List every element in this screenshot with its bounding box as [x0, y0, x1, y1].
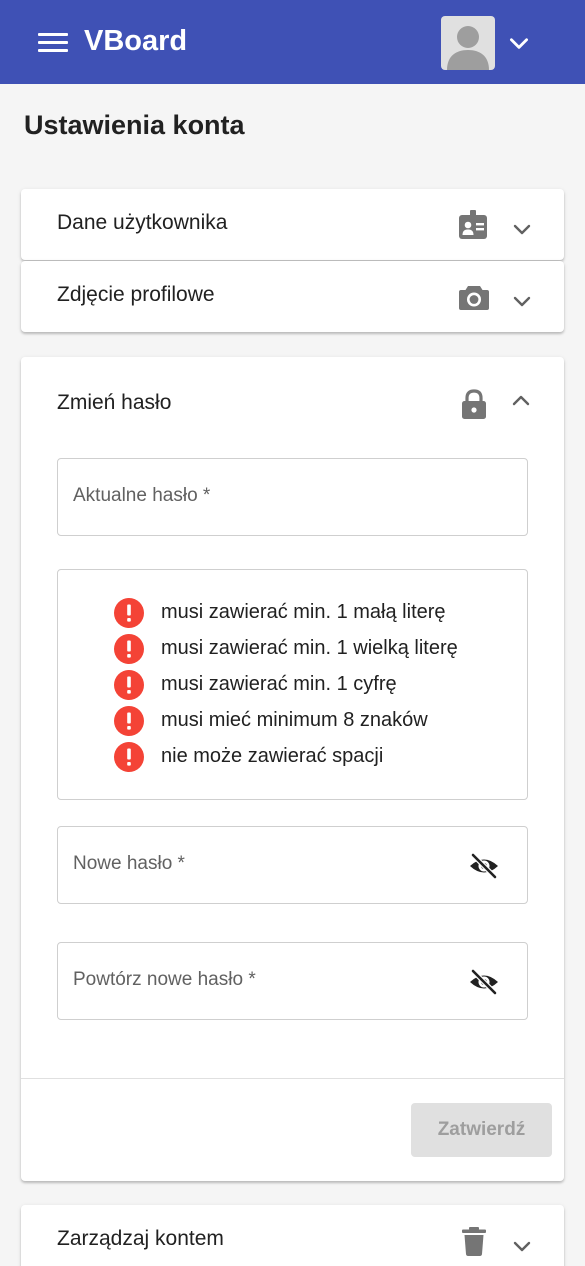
- new-password-field[interactable]: Nowe hasło *: [57, 826, 528, 904]
- error-icon: [114, 670, 144, 700]
- panel-title: Zmień hasło: [57, 391, 172, 414]
- chevron-down-icon: [513, 224, 531, 235]
- panel-profile-photo-header[interactable]: Zdjęcie profilowe: [21, 261, 564, 333]
- field-label: Powtórz nowe hasło *: [73, 969, 256, 990]
- camera-icon: [459, 286, 489, 310]
- panel-change-password-header[interactable]: Zmień hasło: [21, 357, 564, 445]
- panel-title: Dane użytkownika: [57, 211, 228, 234]
- requirement-text: musi zawierać min. 1 wielką literę: [161, 637, 458, 659]
- requirement-item: musi zawierać min. 1 wielką literę: [113, 633, 513, 665]
- field-label: Nowe hasło *: [73, 853, 185, 874]
- submit-button[interactable]: Zatwierdź: [411, 1103, 552, 1157]
- field-label: Aktualne hasło *: [73, 485, 211, 506]
- avatar[interactable]: [441, 16, 495, 70]
- trash-icon: [462, 1227, 486, 1256]
- id-badge-icon: [459, 210, 487, 239]
- page-title: Ustawienia konta: [24, 110, 245, 140]
- menu-icon[interactable]: [38, 30, 70, 56]
- error-icon: [114, 634, 144, 664]
- chevron-down-icon: [513, 1241, 531, 1252]
- requirement-text: musi zawierać min. 1 małą literę: [161, 601, 446, 623]
- chevron-down-icon[interactable]: [506, 30, 532, 56]
- requirement-item: musi zawierać min. 1 małą literę: [113, 597, 513, 629]
- requirement-text: musi mieć minimum 8 znaków: [161, 709, 428, 731]
- panel-user-data: Dane użytkownika: [21, 189, 564, 260]
- panel-title: Zdjęcie profilowe: [57, 283, 215, 306]
- lock-icon: [462, 389, 486, 419]
- error-icon: [114, 598, 144, 628]
- divider: [21, 1078, 564, 1079]
- error-icon: [114, 706, 144, 736]
- panel-manage-account-header[interactable]: Zarządzaj kontem: [21, 1205, 564, 1266]
- repeat-password-field[interactable]: Powtórz nowe hasło *: [57, 942, 528, 1020]
- app-bar: VBoard: [0, 0, 585, 84]
- password-requirements: musi zawierać min. 1 małą literę musi za…: [57, 569, 528, 800]
- requirement-item: musi zawierać min. 1 cyfrę: [113, 669, 513, 701]
- visibility-off-icon[interactable]: [468, 967, 500, 997]
- chevron-down-icon: [513, 296, 531, 307]
- requirement-text: nie może zawierać spacji: [161, 745, 384, 767]
- error-icon: [114, 742, 144, 772]
- app-title: VBoard: [84, 25, 188, 57]
- requirement-item: nie może zawierać spacji: [113, 741, 513, 773]
- panel-profile-photo: Zdjęcie profilowe: [21, 261, 564, 332]
- panel-title: Zarządzaj kontem: [57, 1227, 224, 1250]
- panel-change-password: Zmień hasło Aktualne hasło * musi zawier…: [21, 357, 564, 1181]
- visibility-off-icon[interactable]: [468, 851, 500, 881]
- requirement-item: musi mieć minimum 8 znaków: [113, 705, 513, 737]
- panel-user-data-header[interactable]: Dane użytkownika: [21, 189, 564, 261]
- chevron-up-icon: [512, 395, 530, 406]
- current-password-field[interactable]: Aktualne hasło *: [57, 458, 528, 536]
- avatar-placeholder-icon: [447, 26, 489, 70]
- requirement-text: musi zawierać min. 1 cyfrę: [161, 673, 397, 695]
- panel-manage-account: Zarządzaj kontem: [21, 1205, 564, 1266]
